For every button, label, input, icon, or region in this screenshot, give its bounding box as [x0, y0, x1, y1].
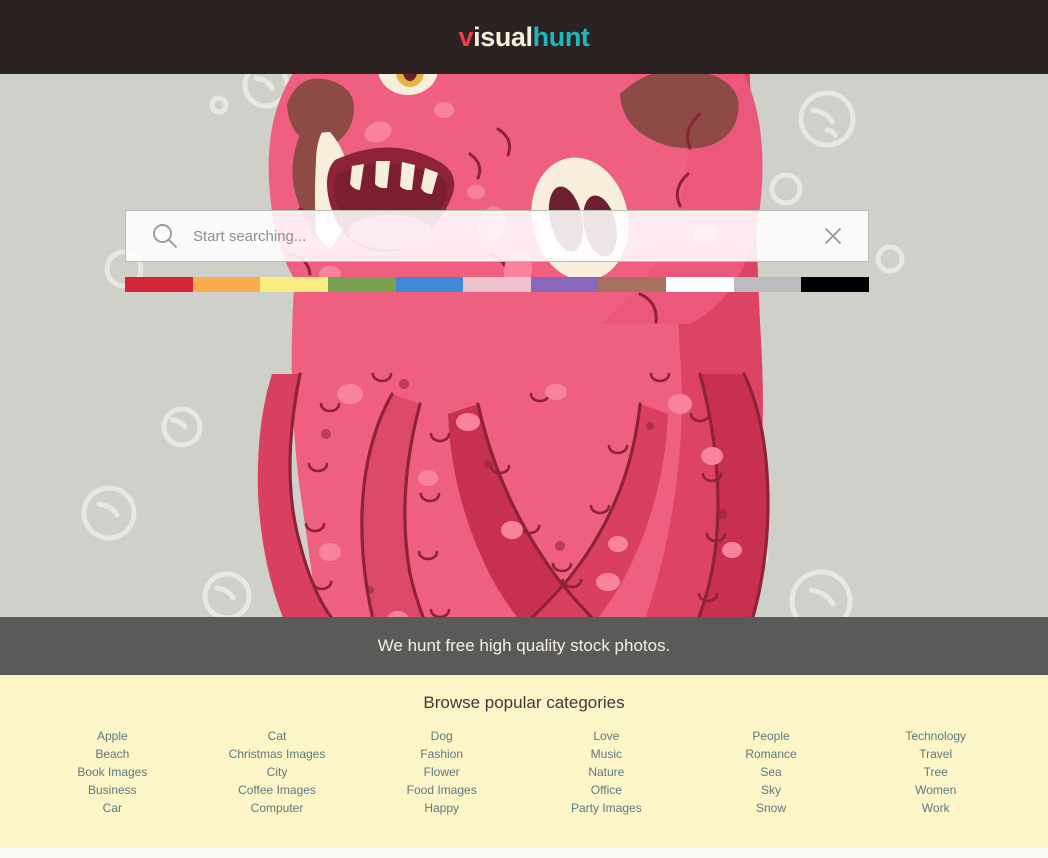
category-link-fashion[interactable]: Fashion	[420, 745, 463, 763]
monster-illustration	[0, 74, 1048, 617]
color-swatch-gray[interactable]	[733, 277, 802, 292]
site-header: visualhunt	[0, 0, 1048, 74]
category-link-music[interactable]: Music	[591, 745, 622, 763]
visualhunt-homepage: visualhunt Start searching... We hunt fr…	[0, 0, 1048, 858]
footer-strip	[0, 848, 1048, 858]
category-link-work[interactable]: Work	[922, 799, 950, 817]
category-link-apple[interactable]: Apple	[97, 727, 128, 745]
category-link-book-images[interactable]: Book Images	[77, 763, 147, 781]
category-link-party-images[interactable]: Party Images	[571, 799, 642, 817]
popular-categories-section: Browse popular categories Apple Beach Book…	[0, 675, 1048, 848]
category-link-romance[interactable]: Romance	[745, 745, 796, 763]
category-link-car[interactable]: Car	[103, 799, 122, 817]
category-link-travel[interactable]: Travel	[919, 745, 952, 763]
category-link-nature[interactable]: Nature	[588, 763, 624, 781]
logo-part-isual: isual	[473, 21, 533, 52]
category-link-sea[interactable]: Sea	[760, 763, 781, 781]
categories-grid: Apple Beach Book Images Business Car Cat Chris…	[0, 727, 1048, 817]
color-swatch-purple[interactable]	[530, 277, 599, 292]
search-box[interactable]	[125, 210, 869, 262]
category-column: People Romance Sea Sky Snow	[689, 727, 854, 817]
site-logo[interactable]: visualhunt	[458, 21, 590, 52]
category-link-beach[interactable]: Beach	[95, 745, 129, 763]
color-swatch-white[interactable]	[666, 277, 734, 292]
color-swatch-blue[interactable]	[395, 277, 464, 292]
color-filter-swatches	[125, 277, 870, 292]
category-column: Technology Travel Tree Women Work	[853, 727, 1018, 817]
category-link-city[interactable]: City	[267, 763, 288, 781]
category-link-christmas-images[interactable]: Christmas Images	[229, 745, 326, 763]
category-link-technology[interactable]: Technology	[905, 727, 966, 745]
categories-title: Browse popular categories	[423, 693, 625, 712]
category-link-happy[interactable]: Happy	[424, 799, 459, 817]
search-input[interactable]	[193, 211, 818, 261]
color-swatch-black[interactable]	[801, 277, 870, 292]
category-link-food-images[interactable]: Food Images	[407, 781, 477, 799]
category-link-dog[interactable]: Dog	[431, 727, 453, 745]
category-link-snow[interactable]: Snow	[756, 799, 786, 817]
color-swatch-red[interactable]	[125, 277, 193, 292]
color-swatch-green[interactable]	[327, 277, 396, 292]
search-area	[125, 210, 869, 262]
category-link-computer[interactable]: Computer	[251, 799, 304, 817]
search-icon	[153, 224, 177, 248]
color-swatch-orange[interactable]	[192, 277, 261, 292]
category-column: Apple Beach Book Images Business Car	[30, 727, 195, 817]
logo-part-hunt: hunt	[532, 21, 590, 52]
category-link-business[interactable]: Business	[88, 781, 137, 799]
category-link-women[interactable]: Women	[915, 781, 956, 799]
color-swatch-pink[interactable]	[463, 277, 531, 292]
category-link-coffee-images[interactable]: Coffee Images	[238, 781, 316, 799]
tagline-banner: We hunt free high quality stock photos.	[0, 617, 1048, 675]
category-column: Love Music Nature Office Party Images	[524, 727, 689, 817]
category-link-love[interactable]: Love	[593, 727, 619, 745]
category-link-flower[interactable]: Flower	[424, 763, 460, 781]
hero-banner	[0, 74, 1048, 617]
logo-part-v: v	[458, 21, 474, 52]
close-icon[interactable]	[818, 221, 848, 251]
category-link-cat[interactable]: Cat	[268, 727, 287, 745]
tagline-text: We hunt free high quality stock photos.	[377, 636, 671, 655]
category-link-people[interactable]: People	[752, 727, 789, 745]
color-swatch-brown[interactable]	[598, 277, 667, 292]
category-link-tree[interactable]: Tree	[924, 763, 948, 781]
category-column: Dog Fashion Flower Food Images Happy	[359, 727, 524, 817]
category-link-office[interactable]: Office	[591, 781, 622, 799]
category-link-sky[interactable]: Sky	[761, 781, 781, 799]
category-column: Cat Christmas Images City Coffee Images Comp…	[195, 727, 360, 817]
color-swatch-yellow[interactable]	[260, 277, 328, 292]
